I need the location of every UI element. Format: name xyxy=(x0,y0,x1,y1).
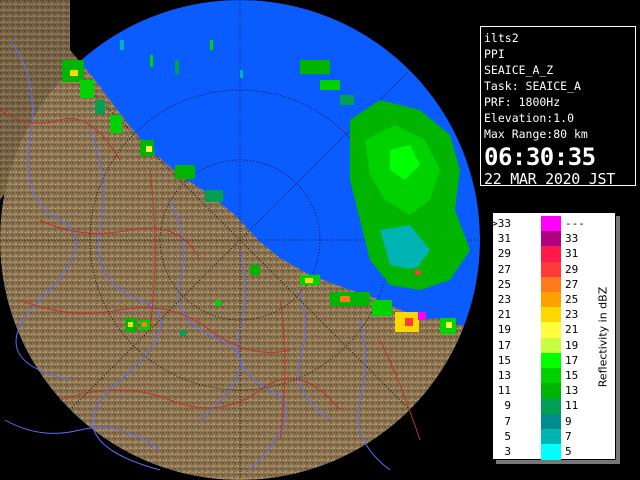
task-label: Task: SEAICE_A xyxy=(484,79,581,93)
legend-row-high-value: 21 xyxy=(565,323,579,337)
legend-row-low-value: 15 xyxy=(497,353,511,367)
prf-label: PRF: 1800Hz xyxy=(484,95,561,109)
reflectivity-legend: >33 --- 31 33 29 31 27 29 25 27 23 25 21 23 19 21 17 19 15… xyxy=(491,212,616,461)
legend-row: 19 21 xyxy=(493,322,589,338)
legend-color-swatch xyxy=(541,368,561,384)
legend-row-high-value: 7 xyxy=(565,429,572,443)
legend-row: 35 xyxy=(493,444,589,460)
legend-color-swatch xyxy=(541,428,561,445)
legend-row-high-value: 13 xyxy=(565,384,579,398)
elevation-label: Elevation:1.0 xyxy=(484,111,575,125)
legend-row-low-value: 25 xyxy=(497,277,511,291)
legend-title-box: Reflectivity in dBZ xyxy=(593,213,613,461)
scan-time: 06:30:35 xyxy=(484,143,596,171)
legend-color-swatch xyxy=(541,383,561,399)
legend-row: 17 19 xyxy=(493,337,589,354)
legend-row: 25 27 xyxy=(493,276,589,293)
legend-row-low-value: 19 xyxy=(497,323,511,337)
legend-row-low-value: 3 xyxy=(504,445,511,458)
legend-row-low-value: 31 xyxy=(497,232,511,246)
legend-color-swatch xyxy=(541,231,561,247)
legend-title: Reflectivity in dBZ xyxy=(596,286,610,388)
legend-color-swatch xyxy=(541,276,561,293)
legend-row: 27 29 xyxy=(493,261,589,278)
max-range-label: Max Range:80 km xyxy=(484,127,588,141)
legend-row-low-value: 17 xyxy=(497,338,511,352)
legend-row-low-value: 11 xyxy=(497,384,511,398)
legend-row: 15 17 xyxy=(493,352,589,369)
legend-row-low-value: 21 xyxy=(497,308,511,322)
legend-row: 21 23 xyxy=(493,307,589,323)
legend-row-high-value: 17 xyxy=(565,353,579,367)
legend-row: 13 15 xyxy=(493,368,589,384)
legend-row: >33 --- xyxy=(491,216,589,232)
radar-map-svg xyxy=(0,0,480,480)
legend-row: 29 31 xyxy=(493,246,589,262)
legend-row-low-value: 9 xyxy=(504,399,511,413)
legend-row-high-value: 11 xyxy=(565,399,579,413)
legend-row-high-value: 9 xyxy=(565,414,572,428)
product-name: SEAICE_A_Z xyxy=(484,63,554,77)
legend-color-swatch xyxy=(541,444,561,460)
legend-color-swatch xyxy=(541,216,561,232)
scan-date: 22 MAR 2020 JST xyxy=(484,170,615,188)
legend-row-low-value: 27 xyxy=(497,262,511,276)
legend-row: 57 xyxy=(493,428,589,445)
legend-row-high-value: 15 xyxy=(565,369,579,382)
legend-row-high-value: 19 xyxy=(565,338,579,352)
legend-row-low-value: 29 xyxy=(497,247,511,261)
radar-info-panel: ilts2 PPI SEAICE_A_Z Task: SEAICE_A PRF:… xyxy=(480,26,636,188)
legend-color-swatch xyxy=(541,246,561,262)
legend-row: 23 25 xyxy=(493,292,589,308)
legend-row-low-value: 5 xyxy=(504,429,511,443)
legend-row: 9 11 xyxy=(493,398,589,414)
legend-color-swatch xyxy=(541,322,561,338)
radar-name: ilts2 xyxy=(484,31,519,45)
legend-row-high-value: 23 xyxy=(565,308,579,322)
legend-row-low-value: >33 xyxy=(491,217,511,230)
product-type: PPI xyxy=(484,47,505,61)
legend-row-low-value: 23 xyxy=(497,293,511,306)
legend-color-swatch xyxy=(541,413,561,430)
legend-row: 79 xyxy=(493,413,589,430)
legend-color-swatch xyxy=(541,398,561,414)
legend-row-low-value: 7 xyxy=(504,414,511,428)
radar-ppi-map xyxy=(0,0,480,480)
legend-row-high-value: 25 xyxy=(565,293,579,306)
legend-color-swatch xyxy=(541,292,561,308)
legend-color-swatch xyxy=(541,307,561,323)
legend-row-high-value: 5 xyxy=(565,445,572,458)
legend-color-swatch xyxy=(541,352,561,369)
legend-row: 31 33 xyxy=(493,231,589,247)
legend-row: 11 13 xyxy=(493,383,589,399)
legend-row-high-value: 29 xyxy=(565,262,579,276)
legend-row-high-value: --- xyxy=(565,217,585,230)
legend-row-low-value: 13 xyxy=(497,369,511,382)
legend-row-high-value: 31 xyxy=(565,247,579,261)
legend-row-high-value: 27 xyxy=(565,277,579,291)
legend-row-high-value: 33 xyxy=(565,232,579,246)
legend-color-swatch xyxy=(541,261,561,278)
legend-color-swatch xyxy=(541,337,561,354)
